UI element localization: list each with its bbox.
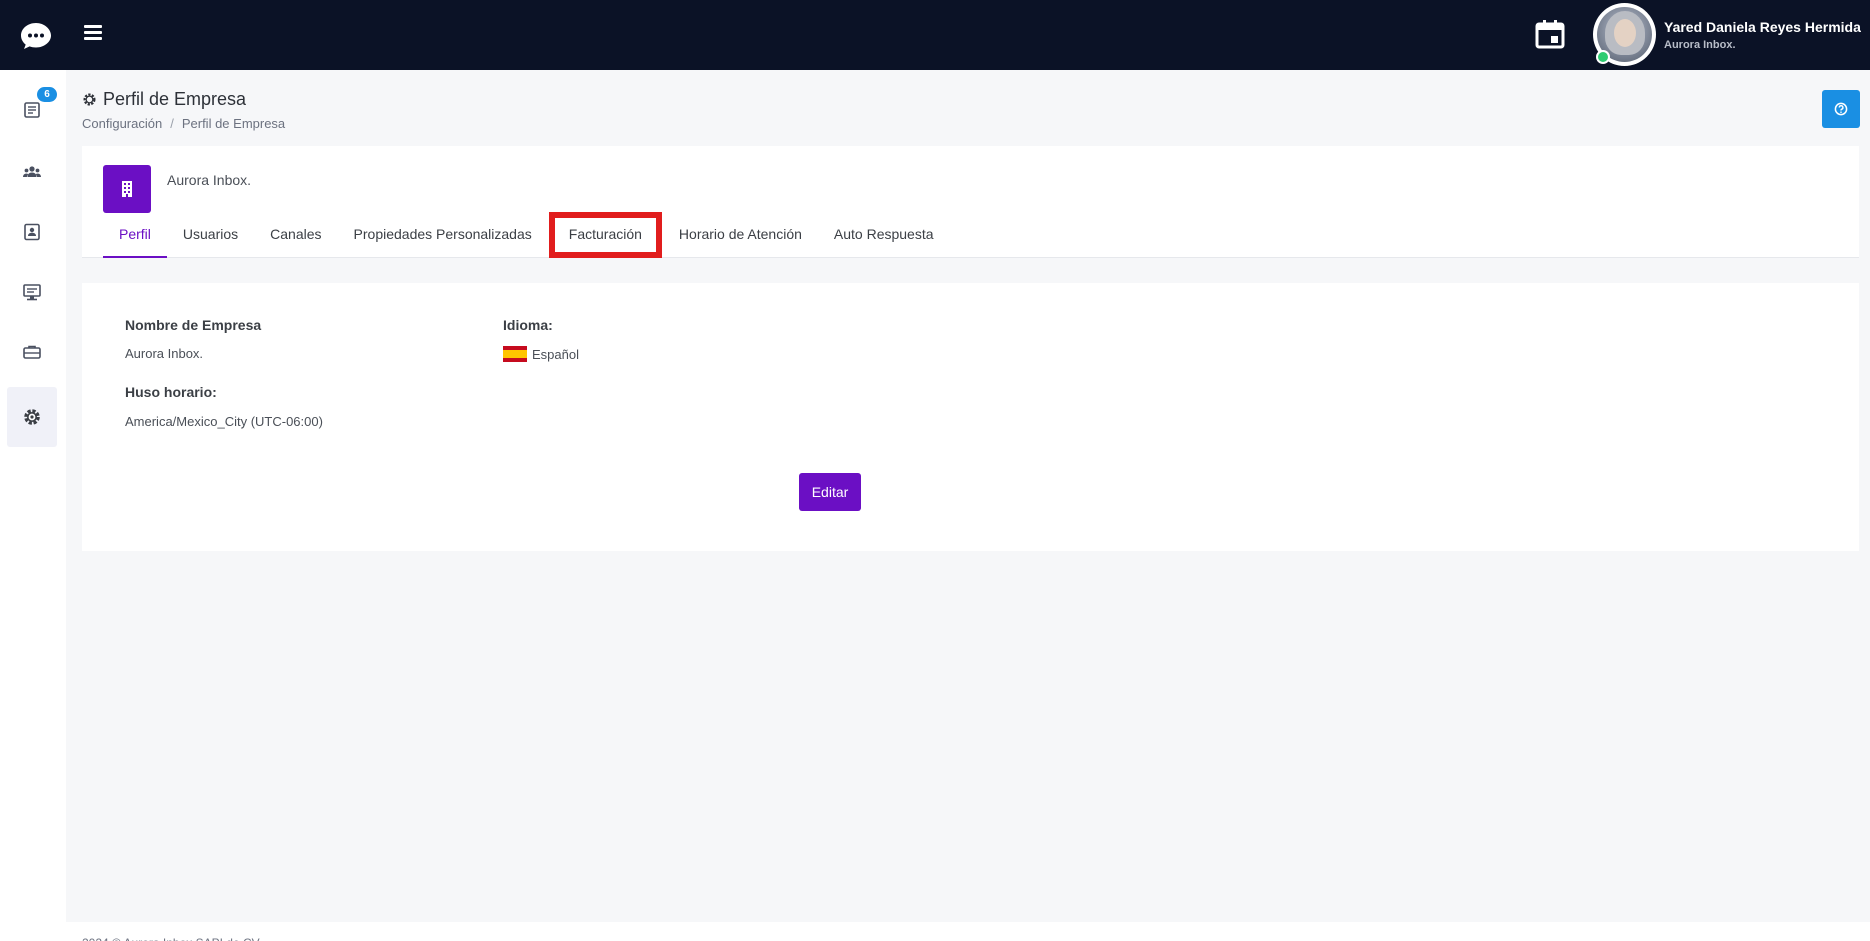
tab-perfil[interactable]: Perfil	[103, 212, 167, 258]
help-button[interactable]	[1822, 90, 1860, 128]
company-name-value: Aurora Inbox.	[125, 346, 203, 361]
briefcase-icon	[23, 345, 41, 359]
tab-facturacion[interactable]: Facturación	[548, 212, 662, 258]
building-icon	[103, 165, 151, 213]
company-name: Aurora Inbox.	[167, 172, 252, 188]
profile-details-card: Nombre de Empresa Aurora Inbox. Idioma: …	[82, 283, 1859, 551]
online-status-dot	[1596, 50, 1610, 64]
sidebar	[0, 70, 66, 941]
inbox-icon	[24, 102, 40, 118]
timezone-label: Huso horario:	[125, 384, 217, 400]
tab-horario-de-atencion[interactable]: Horario de Atención	[663, 212, 818, 258]
company-name-label: Nombre de Empresa	[125, 317, 262, 333]
gear-icon	[83, 93, 96, 106]
menu-toggle-icon[interactable]	[84, 25, 102, 43]
page-title-text: Perfil de Empresa	[103, 89, 247, 109]
breadcrumb-current: Perfil de Empresa	[181, 116, 286, 131]
chat-logo-icon[interactable]	[20, 22, 52, 50]
tab-auto-respuesta[interactable]: Auto Respuesta	[818, 212, 950, 258]
page-title: Perfil de Empresa	[82, 89, 246, 110]
users-icon	[23, 166, 41, 177]
calendar-icon[interactable]	[1534, 18, 1566, 50]
sidebar-item-settings[interactable]	[7, 387, 57, 447]
timezone-text: America/Mexico_City (UTC-06:00)	[125, 414, 323, 429]
company-header-card: Aurora Inbox. Perfil Usuarios Canales Pr…	[82, 146, 1859, 258]
tab-usuarios[interactable]: Usuarios	[167, 212, 254, 258]
spain-flag-icon	[503, 346, 527, 362]
monitor-icon	[23, 284, 41, 301]
user-name[interactable]: Yared Daniela Reyes Hermida	[1664, 19, 1861, 35]
footer: 2024 © Aurora Inbox SAPI de CV	[66, 922, 1870, 941]
breadcrumb-separator: /	[170, 116, 174, 131]
sidebar-item-monitor[interactable]	[7, 264, 57, 320]
user-organization: Aurora Inbox.	[1664, 39, 1736, 51]
tab-propiedades-personalizadas[interactable]: Propiedades Personalizadas	[338, 212, 548, 258]
timezone-value: America/Mexico_City (UTC-06:00)	[125, 414, 323, 429]
language-label: Idioma:	[503, 317, 553, 333]
edit-button[interactable]: Editar	[799, 473, 861, 511]
top-navbar: Yared Daniela Reyes Hermida Aurora Inbox…	[0, 0, 1870, 70]
sidebar-item-briefcase[interactable]	[7, 324, 57, 380]
language-value: Español	[503, 346, 579, 362]
sidebar-item-contacts[interactable]	[7, 204, 57, 260]
profile-tabs: Perfil Usuarios Canales Propiedades Pers…	[103, 212, 950, 258]
breadcrumb-configuracion[interactable]: Configuración	[82, 116, 162, 131]
sidebar-item-users[interactable]	[7, 144, 57, 200]
company-name-text: Aurora Inbox.	[125, 346, 204, 361]
language-text: Español	[532, 346, 579, 362]
question-circle-icon	[1834, 102, 1848, 116]
contacts-icon	[24, 223, 40, 241]
inbox-count-badge: 6	[37, 87, 57, 102]
breadcrumb: Configuración / Perfil de Empresa	[82, 116, 285, 131]
tab-canales[interactable]: Canales	[254, 212, 337, 258]
gear-icon	[24, 409, 40, 425]
